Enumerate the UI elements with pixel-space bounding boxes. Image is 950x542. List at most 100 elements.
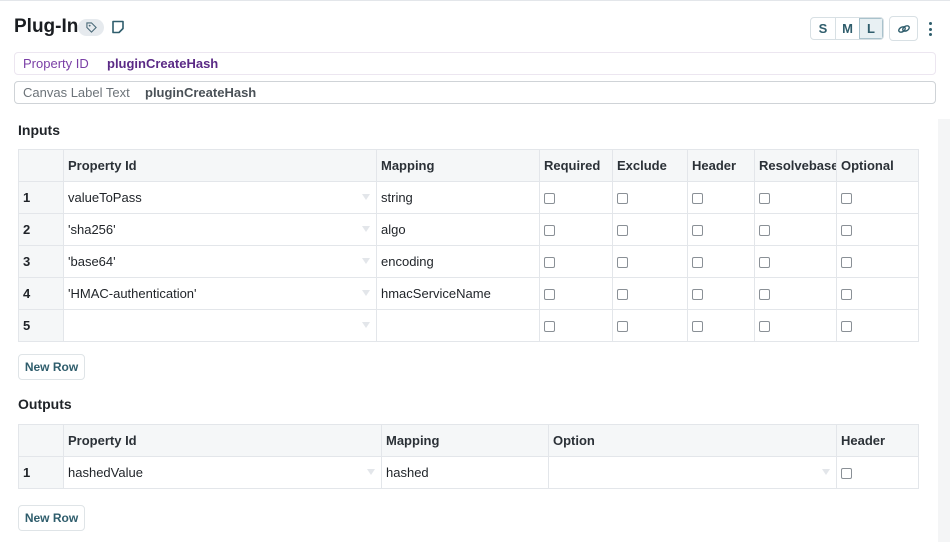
property-id-field[interactable]: Property ID pluginCreateHash <box>14 52 936 75</box>
checkbox-cell <box>612 277 688 310</box>
mapping-cell[interactable] <box>376 309 540 342</box>
row-number: 4 <box>18 277 64 310</box>
mapping-cell[interactable]: encoding <box>376 245 540 278</box>
checkbox[interactable] <box>692 321 703 333</box>
link-button[interactable] <box>889 16 918 41</box>
checkbox-cell <box>687 181 755 214</box>
row-number: 2 <box>18 213 64 246</box>
column-header: Option <box>548 424 837 457</box>
inputs-new-row-button[interactable]: New Row <box>18 354 85 380</box>
checkbox[interactable] <box>759 193 770 205</box>
checkbox[interactable] <box>544 193 555 205</box>
checkbox[interactable] <box>617 289 628 301</box>
checkbox[interactable] <box>617 321 628 333</box>
checkbox-cell <box>754 213 837 246</box>
mapping-cell[interactable]: string <box>376 181 540 214</box>
row-number: 5 <box>18 309 64 342</box>
property-id-value: 'base64' <box>68 254 116 269</box>
mapping-cell[interactable]: algo <box>376 213 540 246</box>
more-options-icon[interactable] <box>926 20 934 38</box>
inputs-heading: Inputs <box>18 122 60 138</box>
table-row: 1 hashedValue hashed <box>18 456 919 489</box>
canvas-label-field[interactable]: Canvas Label Text pluginCreateHash <box>14 81 936 104</box>
size-m-button[interactable]: M <box>835 18 859 39</box>
checkbox-cell <box>754 245 837 278</box>
checkbox[interactable] <box>841 468 852 480</box>
checkbox[interactable] <box>759 257 770 269</box>
checkbox[interactable] <box>759 225 770 237</box>
checkbox[interactable] <box>544 321 555 333</box>
column-header: Optional <box>836 149 919 182</box>
checkbox-cell <box>687 245 755 278</box>
size-s-button[interactable]: S <box>811 18 835 39</box>
row-number: 1 <box>18 181 64 214</box>
checkbox[interactable] <box>617 257 628 269</box>
checkbox[interactable] <box>692 289 703 301</box>
checkbox-cell <box>539 277 613 310</box>
table-row: 2 'sha256' algo <box>18 213 919 246</box>
size-l-button[interactable]: L <box>859 18 883 39</box>
property-id-value: pluginCreateHash <box>107 56 219 71</box>
column-header: Required <box>539 149 613 182</box>
table-row: 3 'base64' encoding <box>18 245 919 278</box>
checkbox[interactable] <box>841 193 852 205</box>
checkbox-cell <box>836 309 919 342</box>
checkbox[interactable] <box>544 289 555 301</box>
checkbox[interactable] <box>544 257 555 269</box>
property-id-select[interactable]: valueToPass <box>63 181 377 214</box>
checkbox-cell <box>612 309 688 342</box>
property-id-label: Property ID <box>23 56 89 71</box>
tag-icon <box>85 22 97 33</box>
outputs-table: Property Id Mapping Option Header 1 hashedVal… <box>18 424 919 489</box>
property-id-select[interactable]: 'HMAC-authentication' <box>63 277 377 310</box>
note-button[interactable] <box>111 20 125 39</box>
mapping-cell[interactable]: hmacServiceName <box>376 277 540 310</box>
canvas-label-value: pluginCreateHash <box>145 85 257 100</box>
outputs-new-row-button[interactable]: New Row <box>18 505 85 531</box>
column-header: Header <box>836 424 919 457</box>
checkbox[interactable] <box>692 257 703 269</box>
property-id-value: 'sha256' <box>68 222 116 237</box>
dropdown-arrow-icon <box>362 258 370 264</box>
property-id-select[interactable] <box>63 309 377 342</box>
column-header: Mapping <box>381 424 549 457</box>
column-header: Resolvebase64 <box>754 149 837 182</box>
checkbox[interactable] <box>617 225 628 237</box>
scrollbar[interactable] <box>938 119 950 542</box>
checkbox[interactable] <box>544 225 555 237</box>
checkbox-cell <box>539 245 613 278</box>
row-number: 3 <box>18 245 64 278</box>
option-select[interactable] <box>548 456 837 489</box>
checkbox[interactable] <box>759 289 770 301</box>
property-id-value: hashedValue <box>68 465 143 480</box>
checkbox[interactable] <box>617 193 628 205</box>
page-title: Plug-In <box>14 16 79 37</box>
checkbox-cell <box>539 181 613 214</box>
checkbox[interactable] <box>841 225 852 237</box>
checkbox-cell <box>836 181 919 214</box>
checkbox[interactable] <box>692 193 703 205</box>
checkbox[interactable] <box>841 257 852 269</box>
checkbox-cell <box>754 309 837 342</box>
outputs-heading: Outputs <box>18 396 72 412</box>
checkbox[interactable] <box>841 321 852 333</box>
tag-button[interactable] <box>78 19 104 36</box>
checkbox-cell <box>539 213 613 246</box>
checkbox[interactable] <box>841 289 852 301</box>
checkbox[interactable] <box>692 225 703 237</box>
property-id-select[interactable]: 'sha256' <box>63 213 377 246</box>
table-row: 1 valueToPass string <box>18 181 919 214</box>
column-header: Property Id <box>63 149 377 182</box>
note-icon <box>112 20 124 34</box>
property-id-select[interactable]: 'base64' <box>63 245 377 278</box>
column-header: Mapping <box>376 149 540 182</box>
column-header: Exclude <box>612 149 688 182</box>
checkbox-cell <box>612 181 688 214</box>
checkbox-cell <box>687 309 755 342</box>
mapping-cell[interactable]: hashed <box>381 456 549 489</box>
checkbox-cell <box>754 181 837 214</box>
checkbox[interactable] <box>759 321 770 333</box>
dropdown-arrow-icon <box>362 290 370 296</box>
row-number: 1 <box>18 456 64 489</box>
property-id-select[interactable]: hashedValue <box>63 456 382 489</box>
